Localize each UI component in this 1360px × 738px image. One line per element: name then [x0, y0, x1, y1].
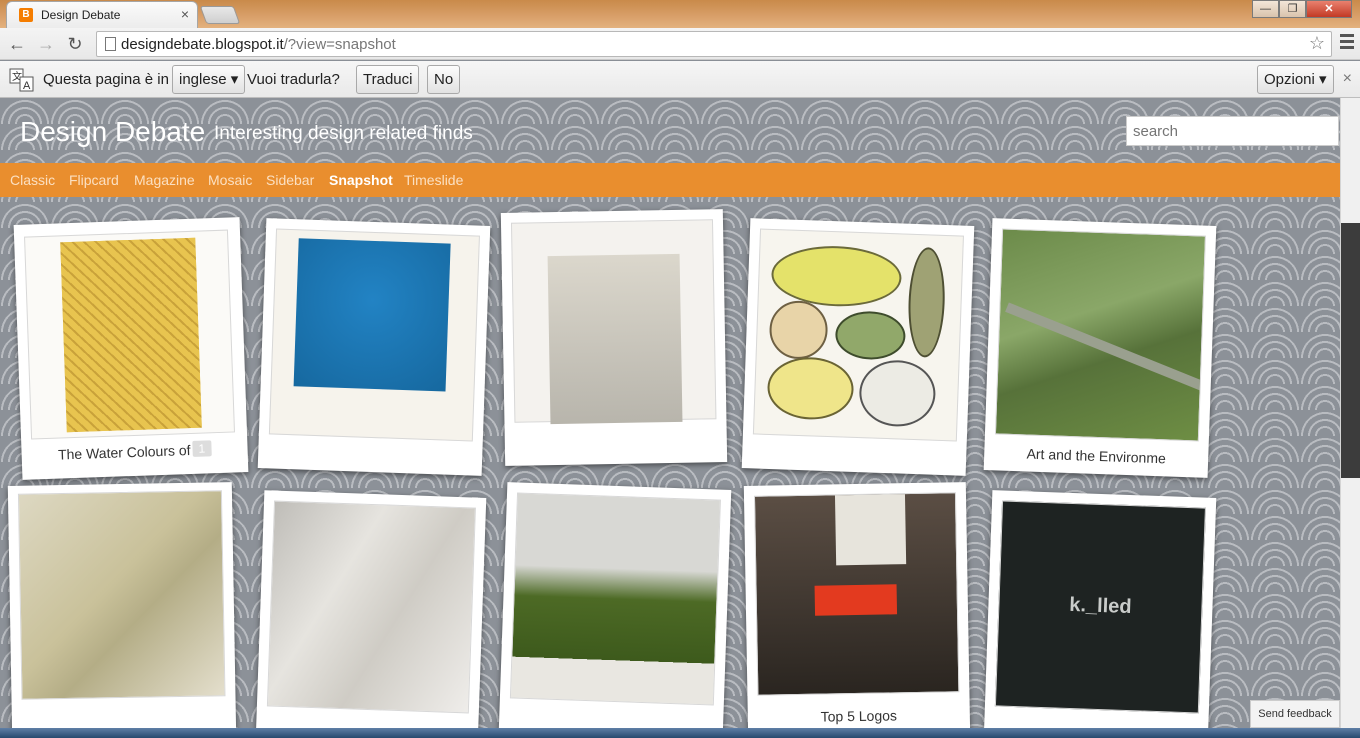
page-icon	[105, 37, 116, 51]
comment-count-badge[interactable]: 1	[192, 440, 212, 457]
post-thumbnail[interactable]	[24, 229, 235, 440]
no-translate-button[interactable]: No	[427, 65, 461, 94]
os-taskbar	[0, 728, 1360, 738]
options-button[interactable]: Opzioni ▾	[1257, 65, 1334, 94]
post-card[interactable]	[255, 490, 487, 738]
post-image	[834, 310, 907, 361]
post-card[interactable]	[7, 482, 237, 738]
post-image	[1005, 302, 1206, 395]
post-image	[768, 299, 829, 360]
post-thumbnail[interactable]: k._lled	[994, 500, 1206, 714]
post-thumbnail[interactable]	[17, 490, 226, 700]
browser-toolbar: ← → ↻ designdebate.blogspot.it/?view=sna…	[0, 28, 1360, 60]
post-thumbnail[interactable]	[994, 228, 1206, 442]
post-image	[547, 253, 683, 425]
infobar-close-icon[interactable]: ×	[1343, 70, 1352, 88]
post-image	[906, 246, 947, 358]
view-mosaic[interactable]: Mosaic	[208, 172, 252, 188]
translate-question: Vuoi tradurla?	[247, 71, 340, 88]
post-card[interactable]	[500, 209, 728, 466]
close-window-button[interactable]: ✕	[1306, 0, 1352, 18]
post-caption: The Water Colours of 1	[21, 439, 247, 464]
forward-icon[interactable]: →	[35, 33, 57, 55]
browser-tab[interactable]: B Design Debate ×	[6, 1, 198, 28]
translate-button[interactable]: Traduci	[356, 65, 420, 94]
post-image	[293, 238, 451, 392]
post-thumbnail[interactable]	[753, 492, 960, 696]
post-card[interactable]: The Water Colours of 1	[13, 217, 249, 480]
post-image	[770, 243, 903, 309]
url-path: /?view=snapshot	[283, 36, 396, 53]
reload-icon[interactable]: ↻	[64, 33, 86, 55]
back-icon[interactable]: ←	[6, 33, 28, 55]
search-input[interactable]	[1126, 116, 1339, 146]
post-image	[834, 494, 907, 566]
post-thumbnail[interactable]	[509, 492, 721, 706]
page-content: Design Debate Interesting design related…	[0, 98, 1340, 738]
svg-text:A: A	[23, 80, 31, 92]
blog-description: Interesting design related finds	[214, 123, 473, 144]
view-snapshot[interactable]: Snapshot	[329, 172, 393, 188]
blogger-icon: B	[19, 8, 33, 22]
post-card[interactable]: k._lled	[983, 490, 1217, 738]
view-magazine[interactable]: Magazine	[134, 172, 195, 188]
post-image	[60, 237, 202, 433]
translate-prefix: Questa pagina è in	[43, 71, 169, 88]
tab-title: Design Debate	[41, 8, 121, 22]
url-text: designdebate.blogspot.it/?view=snapshot	[121, 36, 396, 53]
post-thumbnail[interactable]	[510, 219, 717, 425]
translate-icon: 文A	[9, 68, 35, 92]
post-image	[814, 584, 898, 616]
post-title: The Water Colours of	[57, 441, 191, 463]
post-image	[858, 359, 937, 428]
new-tab-button[interactable]	[199, 6, 241, 24]
url-domain: designdebate.blogspot.it	[121, 36, 284, 53]
post-card[interactable]	[257, 218, 491, 476]
bookmark-star-icon[interactable]: ☆	[1309, 33, 1325, 54]
view-flipcard[interactable]: Flipcard	[69, 172, 119, 188]
post-card[interactable]	[498, 482, 732, 738]
post-card[interactable]	[741, 218, 975, 476]
minimize-button[interactable]: —	[1252, 0, 1279, 18]
post-card[interactable]: Top 5 Logos	[743, 482, 971, 738]
blog-title[interactable]: Design Debate	[20, 116, 205, 148]
post-title: Art and the Environme	[1026, 445, 1167, 467]
scrollbar-thumb[interactable]	[1341, 223, 1360, 478]
killed-logo: k._lled	[1068, 593, 1132, 619]
post-thumbnail[interactable]	[268, 228, 480, 442]
post-card[interactable]: Art and the Environme	[983, 218, 1217, 478]
tab-close-icon[interactable]: ×	[181, 6, 189, 22]
menu-icon[interactable]	[1340, 34, 1354, 54]
translate-infobar: 文A Questa pagina è in inglese ▾ Vuoi tra…	[0, 61, 1360, 98]
view-classic[interactable]: Classic	[10, 172, 55, 188]
scrollbar[interactable]	[1340, 98, 1360, 738]
view-sidebar[interactable]: Sidebar	[266, 172, 314, 188]
window-titlebar: B Design Debate × — ❐ ✕	[0, 0, 1360, 28]
maximize-button[interactable]: ❐	[1279, 0, 1306, 18]
view-switcher: Classic Flipcard Magazine Mosaic Sidebar…	[0, 163, 1340, 197]
window-controls: — ❐ ✕	[1252, 0, 1352, 18]
post-title: Top 5 Logos	[820, 707, 898, 725]
language-select[interactable]: inglese ▾	[172, 65, 246, 94]
post-image	[766, 355, 855, 421]
post-thumbnail[interactable]	[752, 228, 964, 442]
send-feedback-button[interactable]: Send feedback	[1250, 700, 1340, 728]
post-thumbnail[interactable]	[266, 500, 476, 714]
address-bar[interactable]: designdebate.blogspot.it/?view=snapshot …	[96, 31, 1332, 57]
view-timeslide[interactable]: Timeslide	[404, 172, 463, 188]
